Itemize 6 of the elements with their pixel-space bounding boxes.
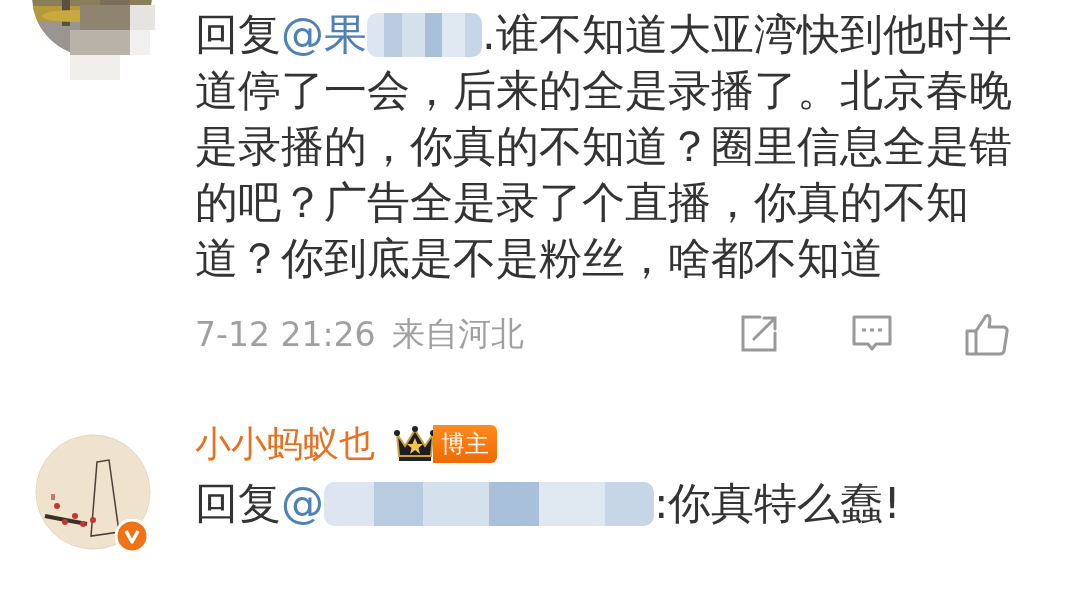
comment-time: 7-12 21:26 — [195, 315, 376, 354]
comment-text: 回复@ :你真特么蠢! — [195, 477, 902, 530]
author-name[interactable]: 小小蚂蚁也 — [195, 419, 375, 469]
role-badge: 博主 — [433, 425, 497, 463]
comment-text: 回复@果 .谁不知道大亚湾快到他时半道停了一会，后来的全是录播了。北京春晚是录播的，你真的不知道？圈里信息全是错的吧？广告全是录了个直播，你真的不知道？你到底是不是粉丝，啥都不知道 — [195, 8, 1013, 285]
comment-location: 来自河北 — [391, 313, 524, 355]
